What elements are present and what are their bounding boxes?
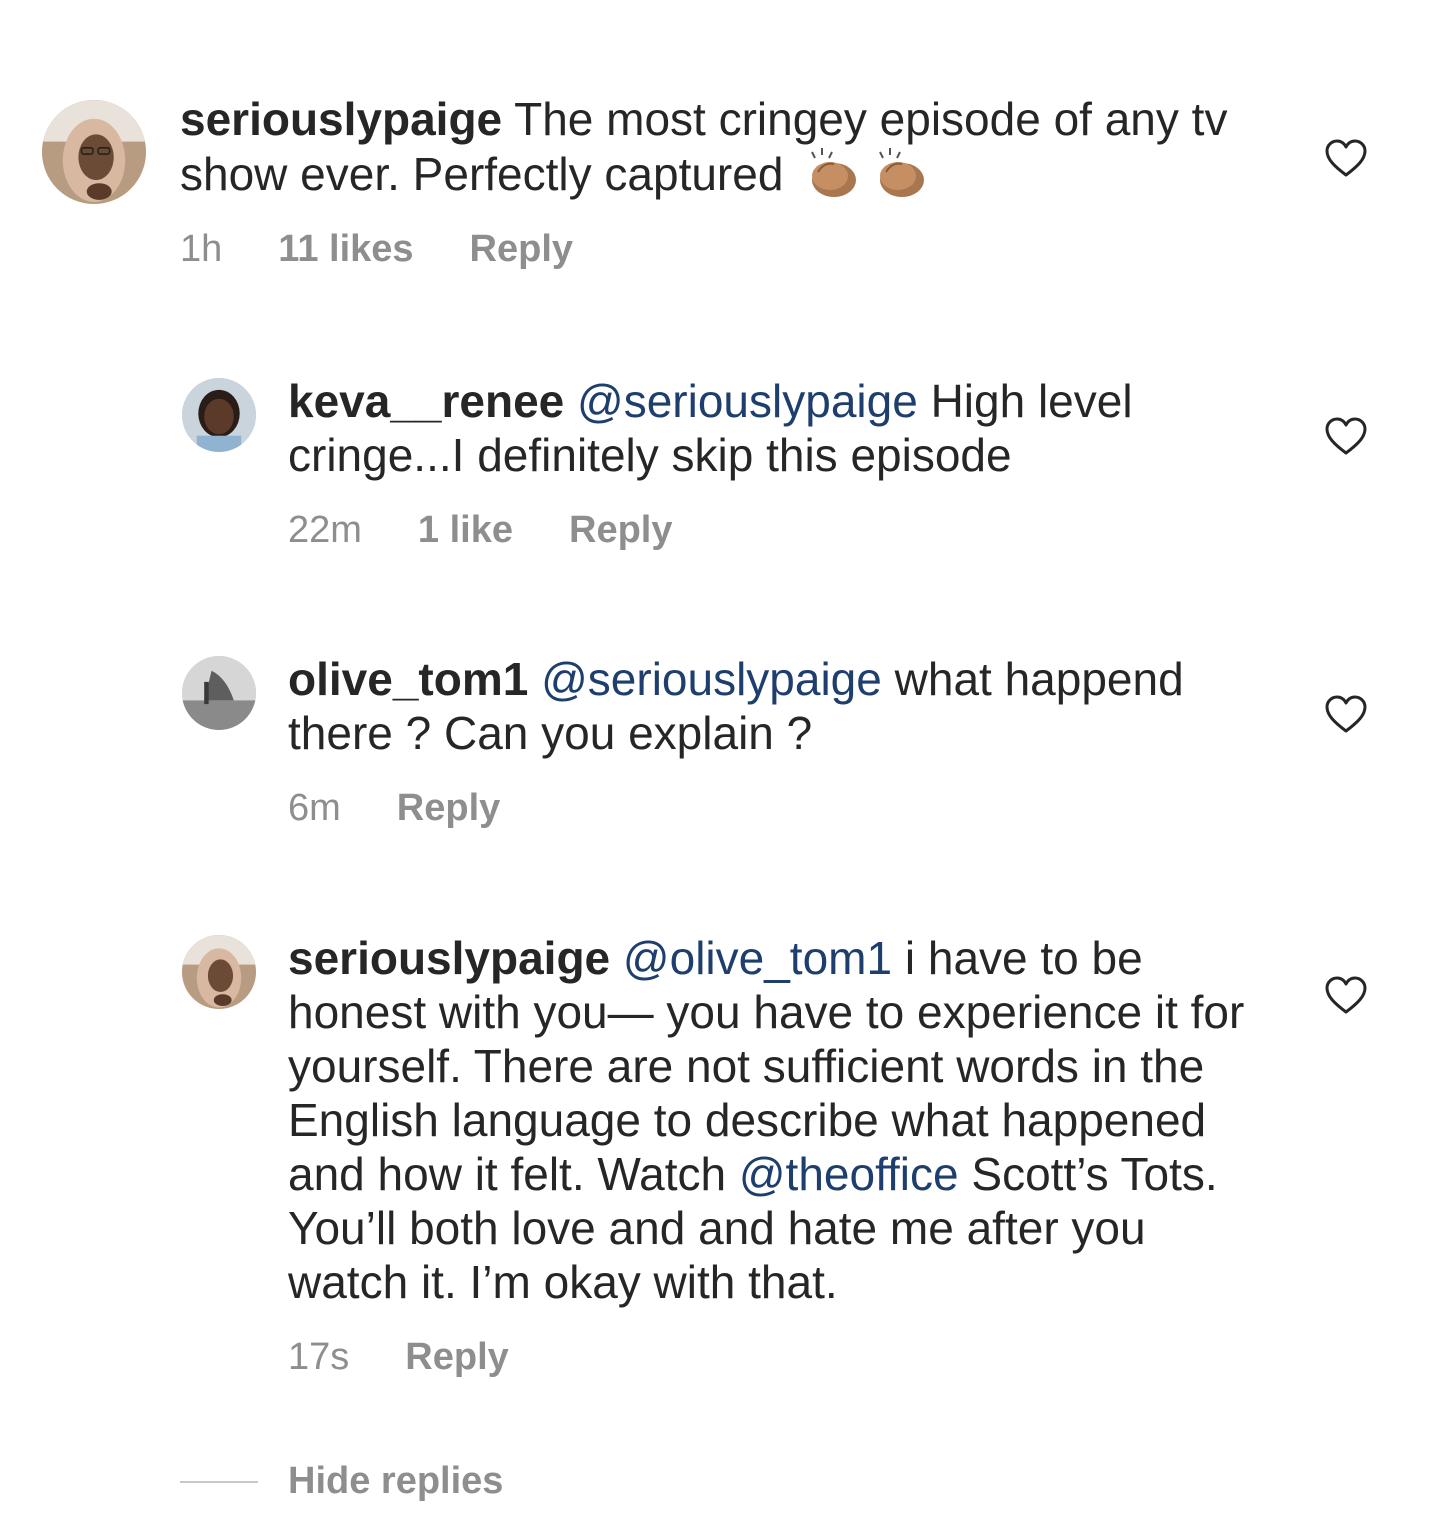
reply-button[interactable]: Reply (397, 786, 500, 830)
comment-username[interactable]: seriouslypaige (180, 93, 502, 145)
comment-text: seriouslypaige The most cringey episode … (180, 92, 1280, 201)
divider-line (180, 1480, 258, 1483)
hide-replies-button[interactable]: Hide replies (180, 1460, 503, 1503)
comment-timestamp: 6m (288, 787, 341, 829)
comment-username[interactable]: olive_tom1 (288, 653, 528, 705)
mention-link-theoffice[interactable]: @theoffice (739, 1148, 959, 1200)
avatar-photo-icon (42, 100, 146, 204)
reply-button[interactable]: Reply (569, 508, 672, 552)
comment-timestamp: 22m (288, 509, 362, 551)
reply-button[interactable]: Reply (470, 227, 573, 271)
comment-likes[interactable]: 11 likes (278, 227, 413, 271)
like-heart-icon[interactable] (1324, 694, 1368, 734)
comment-likes[interactable]: 1 like (418, 508, 513, 552)
mention-link[interactable]: @seriouslypaige (541, 653, 882, 705)
avatar-photo-icon (182, 656, 256, 730)
like-heart-icon[interactable] (1324, 416, 1368, 456)
comment-text: keva__renee @seriouslypaige High level c… (288, 374, 1278, 482)
comment-timestamp: 1h (180, 228, 223, 270)
comment-username[interactable]: keva__renee (288, 375, 564, 427)
avatar[interactable] (182, 378, 256, 452)
like-heart-icon[interactable] (1324, 975, 1368, 1015)
avatar-photo-icon (182, 935, 256, 1009)
comment-timestamp: 17s (288, 1336, 350, 1378)
clapping-hands-icon (872, 146, 932, 200)
hide-replies-label: Hide replies (288, 1460, 504, 1502)
comment-meta: 17s Reply (288, 1335, 1278, 1379)
comment-meta: 6m Reply (288, 786, 1278, 830)
avatar[interactable] (182, 656, 256, 730)
like-heart-icon[interactable] (1324, 138, 1368, 178)
mention-link[interactable]: @seriouslypaige (577, 375, 918, 427)
avatar[interactable] (182, 935, 256, 1009)
mention-link[interactable]: @olive_tom1 (623, 932, 892, 984)
avatar[interactable] (42, 100, 146, 204)
comment-text: olive_tom1 @seriouslypaige what happend … (288, 652, 1278, 760)
comment-username[interactable]: seriouslypaige (288, 932, 610, 984)
clapping-hands-icon (804, 146, 864, 200)
reply-button[interactable]: Reply (405, 1335, 508, 1379)
comment-meta: 22m 1 like Reply (288, 508, 1278, 552)
comment-meta: 1h 11 likes Reply (180, 227, 1280, 271)
comment-text: seriouslypaige @olive_tom1 i have to be … (288, 931, 1278, 1309)
avatar-photo-icon (182, 378, 256, 452)
